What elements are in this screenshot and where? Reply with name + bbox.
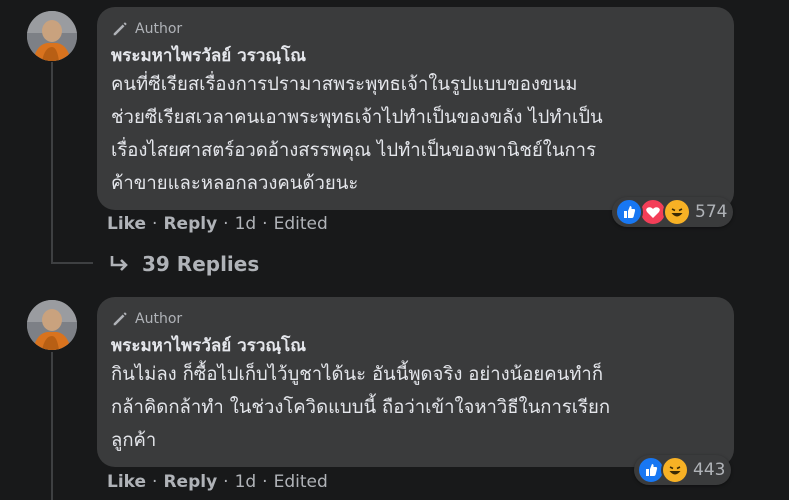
view-replies-link[interactable]: 39 Replies [108,252,259,276]
author-badge-label: Author [135,311,183,327]
reaction-count: 443 [693,460,726,480]
pencil-icon [113,22,127,36]
author-badge: Author [111,18,720,40]
commenter-name[interactable]: พระมหาไพรวัลย์ วรวณฺโณ [111,44,720,68]
pencil-icon [113,312,127,326]
reaction-summary[interactable]: 574 [612,197,734,227]
author-badge: Author [111,308,720,330]
separator-dot: · [223,214,229,234]
comment-bubble: Author พระมหาไพรวัลย์ วรวณฺโณ กินไม่ลง ก… [97,297,734,467]
replies-label[interactable]: 39 Replies [142,252,259,276]
edited-label[interactable]: Edited [274,214,328,234]
separator-dot: · [262,214,268,234]
separator-dot: · [262,472,268,492]
avatar[interactable] [27,11,77,61]
reaction-summary[interactable]: 443 [634,455,732,485]
separator-dot: · [152,214,158,234]
avatar[interactable] [27,300,77,350]
thread-line [51,62,53,262]
edited-label[interactable]: Edited [274,472,328,492]
separator-dot: · [223,472,229,492]
reply-button[interactable]: Reply [163,214,217,234]
comment-text: กินไม่ลง ก็ซื้อไปเก็บไว้บูชาได้นะ อันนี้… [111,364,611,451]
timestamp[interactable]: 1d [235,472,257,492]
author-badge-label: Author [135,21,183,37]
reaction-count: 574 [695,202,728,222]
haha-icon [663,198,691,226]
like-button[interactable]: Like [107,214,146,234]
thread-line-branch [51,262,93,264]
separator-dot: · [152,472,158,492]
monk-avatar-icon [27,300,77,350]
thread-line [51,352,53,500]
timestamp[interactable]: 1d [235,214,257,234]
comment-actions: Like · Reply · 1d · Edited [107,214,328,234]
like-button[interactable]: Like [107,472,146,492]
commenter-name[interactable]: พระมหาไพรวัลย์ วรวณฺโณ [111,334,720,358]
reply-button[interactable]: Reply [163,472,217,492]
comment-actions: Like · Reply · 1d · Edited [107,472,328,492]
haha-icon [661,456,689,484]
reply-arrow-icon [110,256,128,271]
comment-bubble: Author พระมหาไพรวัลย์ วรวณฺโณ คนที่ซีเรี… [97,7,734,210]
comment-text: คนที่ซีเรียสเรื่องการปรามาสพระพุทธเจ้าใน… [111,74,603,194]
like-icon [615,198,643,226]
monk-avatar-icon [27,11,77,61]
